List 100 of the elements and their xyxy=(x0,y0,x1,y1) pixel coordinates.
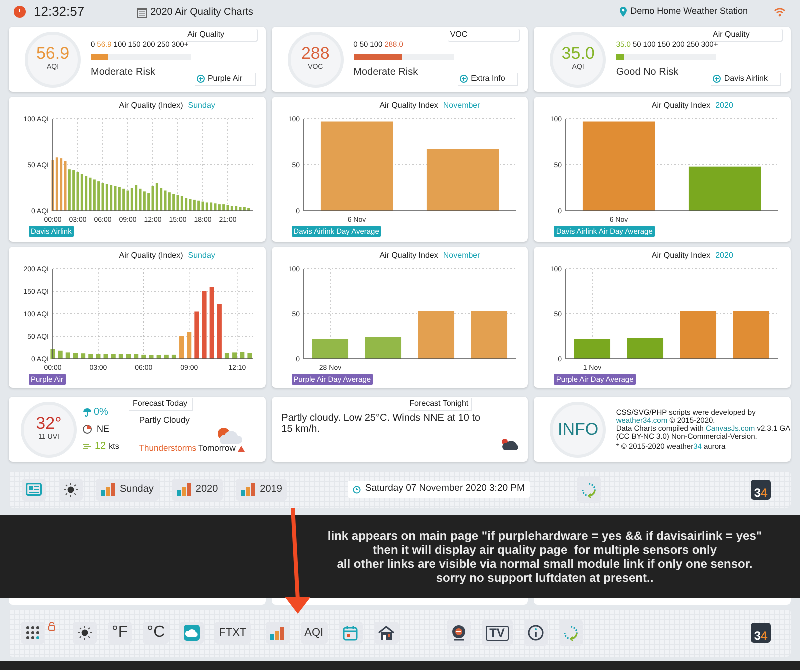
bar xyxy=(574,339,611,359)
nav-button[interactable]: AQI xyxy=(300,622,328,644)
info-button[interactable] xyxy=(524,620,548,646)
bar-chart-icon xyxy=(270,626,286,640)
umbrella-icon xyxy=(83,408,92,417)
bar xyxy=(734,311,770,359)
annotation-text: link appears on main page "if purplehardware = yes && if davisairlink = yes" xyxy=(328,528,762,542)
source-link[interactable]: Purple Air xyxy=(194,73,256,86)
chart-title: Air Quality Index xyxy=(380,100,438,112)
bar xyxy=(142,354,146,359)
chart-period: 2020 xyxy=(716,250,734,262)
sun-button[interactable] xyxy=(59,478,83,500)
chart-button[interactable] xyxy=(266,622,290,644)
wind-unit: kts xyxy=(109,440,120,453)
location-pin-icon xyxy=(620,7,627,17)
calendar-button[interactable] xyxy=(338,622,363,644)
bar xyxy=(66,352,70,359)
apps-button[interactable] xyxy=(21,622,45,644)
bar xyxy=(134,354,139,359)
home-button[interactable] xyxy=(374,622,399,644)
chart-button[interactable]: Sunday xyxy=(96,478,159,500)
chart-title: Air Quality (Index) xyxy=(119,100,184,112)
chart-period: November xyxy=(443,100,480,112)
profile-button[interactable] xyxy=(22,478,46,500)
wind-direction: NE xyxy=(97,422,110,436)
plus-circle-icon xyxy=(460,75,468,83)
bar xyxy=(194,312,200,359)
refresh-icon xyxy=(562,625,579,641)
chart-title: Air Quality Index xyxy=(380,250,438,262)
clock-icon xyxy=(14,6,26,18)
weather34-logo[interactable]: 34 xyxy=(751,623,771,643)
grid-dots-icon xyxy=(26,626,40,640)
bar xyxy=(224,353,230,359)
gauge-value: 288 xyxy=(301,45,330,64)
sun-button[interactable] xyxy=(73,622,97,644)
annotation-text: then it will display air quality page for multiple sensors only xyxy=(372,542,718,556)
risk-level: Good No Risk xyxy=(616,66,680,80)
nav-button[interactable]: °F xyxy=(108,622,132,644)
bar xyxy=(126,354,132,359)
bar xyxy=(312,339,348,359)
source-link[interactable]: Davis Airlink xyxy=(711,73,781,86)
chart-period: Sunday xyxy=(188,100,216,112)
annotation-text: all other links are visible via normal small module link if only one sensor. xyxy=(337,556,753,570)
bar xyxy=(365,337,402,359)
bar xyxy=(217,304,222,359)
rain-chance: 0% xyxy=(94,406,108,420)
refresh-icon xyxy=(580,482,597,498)
bar xyxy=(50,349,56,359)
page-title: 2020 Air Quality Charts xyxy=(150,6,254,20)
id-card-icon xyxy=(26,483,42,496)
wifi-icon xyxy=(774,7,786,17)
nav-button[interactable]: FTXT xyxy=(215,622,251,644)
nav-button[interactable]: °C xyxy=(143,622,170,644)
wind-speed: 12 xyxy=(95,440,106,454)
source-link[interactable]: Extra Info xyxy=(458,73,518,86)
date-link[interactable]: Saturday 07 November 2020 3:20 PM xyxy=(348,481,530,498)
bar xyxy=(164,354,169,359)
bar xyxy=(58,350,63,359)
clock-time: 12:32:57 xyxy=(34,3,85,22)
chart-period: Sunday xyxy=(188,250,216,262)
bar xyxy=(118,354,124,359)
sun-icon xyxy=(78,626,92,640)
forecast-summary: Partly Cloudy xyxy=(139,414,191,426)
card-label: Forecast Today xyxy=(129,398,193,411)
alert-text: Thunderstorms xyxy=(139,442,197,455)
bar xyxy=(73,353,78,359)
bar xyxy=(248,353,252,359)
card-label: Air Quality xyxy=(710,29,783,42)
risk-level: Moderate Risk xyxy=(91,66,156,80)
card-label: VOC xyxy=(448,29,520,42)
bar xyxy=(418,311,454,359)
bar xyxy=(96,354,101,359)
gauge-value: 35.0 xyxy=(562,45,595,64)
bar xyxy=(180,336,184,359)
bar-chart-icon xyxy=(176,483,193,496)
info-icon xyxy=(528,625,544,641)
bar xyxy=(187,332,192,359)
webcam-button[interactable] xyxy=(446,620,471,646)
bar xyxy=(104,354,108,359)
clock-icon xyxy=(353,486,362,494)
lock-icon xyxy=(48,622,56,630)
bar xyxy=(88,354,94,359)
bar xyxy=(81,354,86,359)
bar xyxy=(240,352,245,359)
bar xyxy=(471,311,508,359)
tv-button[interactable]: TV xyxy=(482,620,513,646)
chart-button[interactable]: 2020 xyxy=(172,478,224,500)
cloud-button[interactable] xyxy=(180,622,204,644)
alert-day: Tomorrow xyxy=(198,442,236,455)
chart-period: 2020 xyxy=(716,100,734,112)
bar-chart-icon xyxy=(101,483,117,496)
bar xyxy=(248,208,250,211)
cloud-icon xyxy=(184,625,200,641)
chart-title: Air Quality Index xyxy=(652,100,711,112)
chart-button[interactable]: 2019 xyxy=(236,478,288,500)
annotation-text: sorry no support luftdaten at present.. xyxy=(436,570,654,584)
bar xyxy=(628,338,664,359)
compass-icon xyxy=(83,425,92,434)
chart-title: Air Quality Index xyxy=(652,250,711,262)
weather34-logo[interactable]: 34 xyxy=(751,480,771,500)
